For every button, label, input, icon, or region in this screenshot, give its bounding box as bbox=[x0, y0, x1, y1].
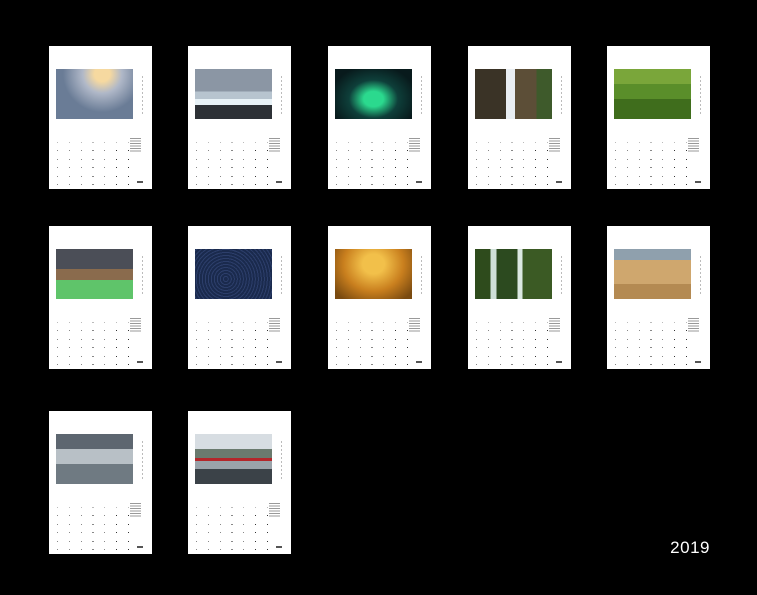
calendar-page bbox=[49, 46, 152, 189]
day-grid bbox=[57, 503, 129, 551]
calendar-page bbox=[188, 411, 291, 554]
month-title-vertical bbox=[281, 76, 282, 114]
month-title-vertical bbox=[281, 256, 282, 294]
month-title-vertical bbox=[142, 256, 143, 294]
page-footer-mark bbox=[556, 181, 562, 183]
notes-text bbox=[130, 318, 141, 332]
golden-plowed-fields-photo bbox=[614, 249, 691, 299]
snowy-mountain-sunrise-lake-photo bbox=[56, 69, 133, 119]
day-grid bbox=[196, 503, 268, 551]
star-trails-night-sky-photo bbox=[195, 249, 272, 299]
notes-text bbox=[688, 138, 699, 152]
day-grid bbox=[336, 318, 408, 366]
day-grid bbox=[615, 138, 687, 186]
month-title-vertical bbox=[142, 76, 143, 114]
notes-text bbox=[549, 318, 560, 332]
day-grid bbox=[476, 138, 548, 186]
calendar-page bbox=[607, 226, 710, 369]
page-footer-mark bbox=[276, 361, 282, 363]
ice-blocks-on-beach-photo bbox=[195, 69, 272, 119]
misty-golden-forest-photo bbox=[335, 249, 412, 299]
notes-text bbox=[269, 318, 280, 332]
notes-text bbox=[688, 318, 699, 332]
glacier-ice-cave-photo bbox=[56, 434, 133, 484]
notes-text bbox=[269, 503, 280, 517]
notes-text bbox=[409, 318, 420, 332]
page-footer-mark bbox=[276, 181, 282, 183]
notes-text bbox=[549, 138, 560, 152]
month-title-vertical bbox=[700, 256, 701, 294]
day-grid bbox=[336, 138, 408, 186]
day-grid bbox=[615, 318, 687, 366]
calendar-page bbox=[328, 226, 431, 369]
notes-text bbox=[269, 138, 280, 152]
mountain-towers-with-green-lake-photo bbox=[56, 249, 133, 299]
page-footer-mark bbox=[695, 181, 701, 183]
month-title-vertical bbox=[561, 256, 562, 294]
page-footer-mark bbox=[416, 181, 422, 183]
day-grid bbox=[196, 138, 268, 186]
calendar-page bbox=[188, 46, 291, 189]
red-cabin-in-snowy-forest-photo bbox=[195, 434, 272, 484]
calendar-page bbox=[49, 226, 152, 369]
mossy-cascades-photo bbox=[475, 249, 552, 299]
day-grid bbox=[57, 138, 129, 186]
calendar-page bbox=[468, 46, 571, 189]
month-title-vertical bbox=[421, 256, 422, 294]
page-footer-mark bbox=[416, 361, 422, 363]
notes-text bbox=[409, 138, 420, 152]
green-rolling-hills-photo bbox=[614, 69, 691, 119]
calendar-page bbox=[188, 226, 291, 369]
page-footer-mark bbox=[137, 181, 143, 183]
page-footer-mark bbox=[556, 361, 562, 363]
waterfall-in-cave-photo bbox=[475, 69, 552, 119]
page-footer-mark bbox=[137, 361, 143, 363]
year-label: 2019 bbox=[670, 538, 710, 557]
calendar-page bbox=[328, 46, 431, 189]
day-grid bbox=[196, 318, 268, 366]
notes-text bbox=[130, 138, 141, 152]
page-footer-mark bbox=[695, 361, 701, 363]
notes-text bbox=[130, 503, 141, 517]
month-title-vertical bbox=[281, 441, 282, 479]
day-grid bbox=[57, 318, 129, 366]
month-title-vertical bbox=[421, 76, 422, 114]
green-aurora-over-water-photo bbox=[335, 69, 412, 119]
page-footer-mark bbox=[137, 546, 143, 548]
month-title-vertical bbox=[561, 76, 562, 114]
month-title-vertical bbox=[142, 441, 143, 479]
calendar-page bbox=[607, 46, 710, 189]
page-footer-mark bbox=[276, 546, 282, 548]
calendar-page bbox=[49, 411, 152, 554]
calendar-page bbox=[468, 226, 571, 369]
day-grid bbox=[476, 318, 548, 366]
month-title-vertical bbox=[700, 76, 701, 114]
